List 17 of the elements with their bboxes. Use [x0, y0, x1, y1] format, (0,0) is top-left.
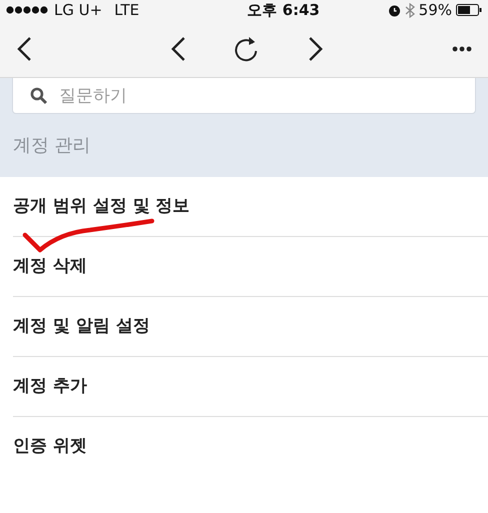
menu-item[interactable]: 계정 및 알림 설정	[13, 314, 150, 340]
signal-icon	[6, 6, 50, 14]
network-type: LTE	[114, 0, 140, 21]
clock: 오후 6:43	[247, 0, 320, 21]
menu-item[interactable]: 인증 위젯	[13, 434, 87, 460]
bluetooth-icon	[404, 2, 415, 18]
more-icon	[452, 46, 472, 52]
carrier-name: LG U+	[54, 0, 102, 21]
section-header: 계정 관리	[13, 134, 91, 158]
menu-item[interactable]: 계정 추가	[13, 374, 87, 400]
battery-percent: 59%	[418, 0, 452, 21]
battery-icon	[456, 4, 482, 16]
search-field[interactable]: 질문하기	[12, 78, 476, 114]
menu-item[interactable]: 공개 범위 설정 및 정보	[13, 194, 190, 220]
alarm-icon	[388, 4, 401, 16]
menu-item[interactable]: 계정 삭제	[13, 254, 87, 280]
search-icon	[30, 87, 48, 105]
